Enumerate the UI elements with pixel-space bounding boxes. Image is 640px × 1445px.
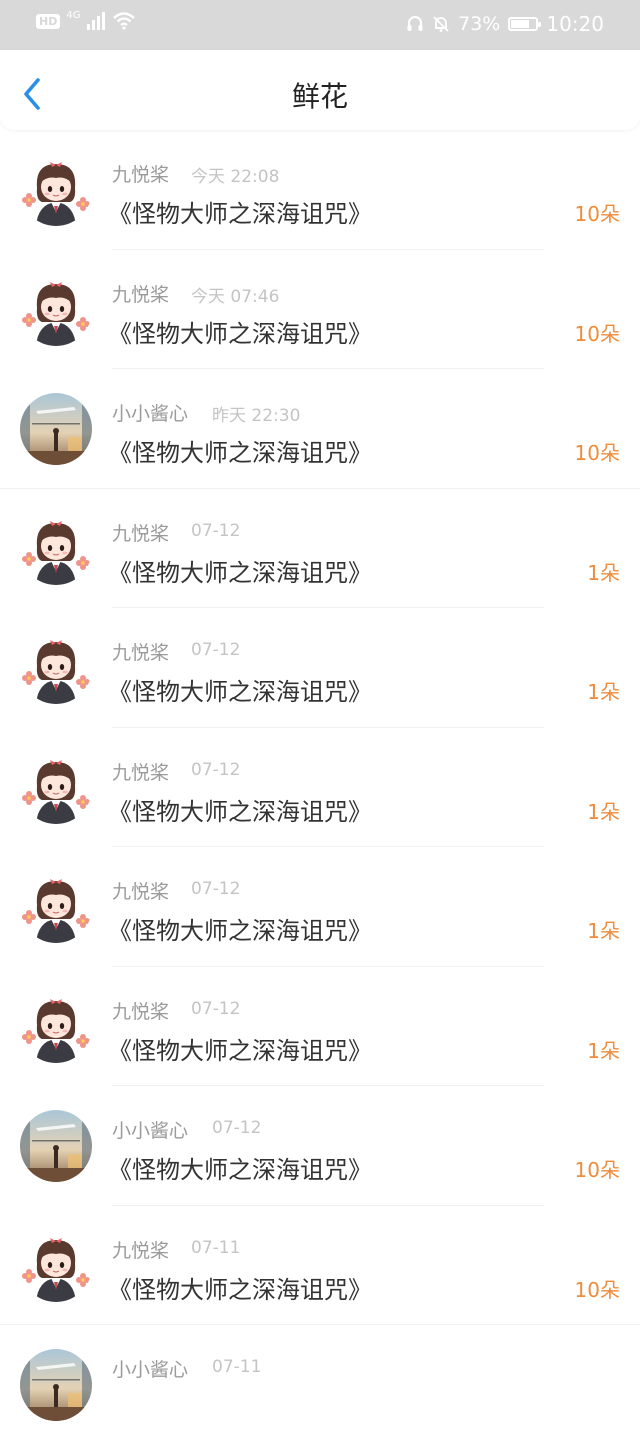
- avatar[interactable]: [20, 512, 92, 585]
- avatar[interactable]: [20, 871, 92, 943]
- battery-percent: 73%: [458, 13, 501, 35]
- flower-count: 10朵: [574, 441, 620, 465]
- avatar[interactable]: [20, 1349, 92, 1421]
- flower-count: 1朵: [587, 680, 620, 704]
- list-item[interactable]: 九悦桨 07-12 《怪物大师之深海诅咒》 1朵: [0, 608, 640, 728]
- sent-time: 07-12: [191, 879, 241, 899]
- book-title: 《怪物大师之深海诅咒》: [108, 1275, 372, 1304]
- list-item[interactable]: 九悦桨 07-12 《怪物大师之深海诅咒》 1朵: [0, 847, 640, 967]
- status-bar: HD 4G 73% 10:20: [0, 0, 640, 50]
- sender-name: 九悦桨: [112, 1000, 170, 1023]
- book-title: 《怪物大师之深海诅咒》: [108, 200, 372, 228]
- sent-time: 07-12: [212, 1118, 262, 1138]
- status-left: HD 4G: [36, 9, 136, 30]
- book-title: 《怪物大师之深海诅咒》: [108, 678, 372, 706]
- list-item[interactable]: 九悦桨 07-12 《怪物大师之深海诅咒》 1朵: [0, 728, 640, 847]
- battery-icon: [508, 17, 542, 31]
- book-title: 《怪物大师之深海诅咒》: [108, 1156, 372, 1184]
- list-item[interactable]: 小小酱心 07-11: [0, 1325, 640, 1445]
- flower-count: 10朵: [574, 321, 620, 346]
- sender-name: 小小酱心: [112, 1359, 189, 1381]
- avatar[interactable]: [20, 273, 92, 346]
- flower-count: 10朵: [574, 1158, 620, 1182]
- flower-count: 1朵: [587, 799, 620, 824]
- avatar[interactable]: [20, 751, 92, 824]
- avatar[interactable]: [20, 1110, 92, 1182]
- book-title: 《怪物大师之深海诅咒》: [108, 797, 372, 826]
- sender-name: 小小酱心: [112, 1120, 189, 1142]
- book-title: 《怪物大师之深海诅咒》: [108, 917, 372, 945]
- signal-icon: [87, 12, 106, 30]
- sent-time: 昨天 22:30: [212, 406, 301, 426]
- wifi-icon: [113, 12, 136, 30]
- avatar[interactable]: [20, 632, 92, 704]
- sent-time: 今天 22:08: [191, 167, 280, 187]
- list-item[interactable]: 小小酱心 昨天 22:30 《怪物大师之深海诅咒》 10朵: [0, 369, 640, 489]
- list-item[interactable]: 小小酱心 07-12 《怪物大师之深海诅咒》 10朵: [0, 1086, 640, 1206]
- list-item[interactable]: 九悦桨 07-12 《怪物大师之深海诅咒》 1朵: [0, 489, 640, 608]
- status-right: 73% 10:20: [406, 12, 604, 36]
- sent-time: 07-12: [191, 998, 241, 1019]
- sent-time: 07-11: [212, 1357, 262, 1377]
- flower-count: 1朵: [587, 919, 620, 943]
- book-title: 《怪物大师之深海诅咒》: [108, 319, 372, 348]
- sender-name: 九悦桨: [112, 164, 170, 186]
- flower-count: 10朵: [574, 202, 620, 226]
- headphones-icon: [407, 16, 423, 31]
- sender-name: 九悦桨: [112, 642, 170, 664]
- list-item[interactable]: 九悦桨 07-12 《怪物大师之深海诅咒》 1朵: [0, 967, 640, 1086]
- sent-time: 今天 07:46: [191, 286, 280, 307]
- avatar[interactable]: [20, 393, 92, 465]
- avatar[interactable]: [20, 990, 92, 1063]
- sender-name: 九悦桨: [112, 761, 170, 784]
- hd-badge: HD: [36, 13, 61, 29]
- flower-gift-list: 九悦桨 今天 22:08 《怪物大师之深海诅咒》 10朵 九悦桨 今天 07:46 《怪物…: [0, 130, 640, 1445]
- sender-name: 九悦桨: [112, 283, 170, 306]
- sender-name: 小小酱心: [112, 403, 189, 425]
- sender-name: 九悦桨: [112, 1239, 170, 1262]
- avatar[interactable]: [20, 154, 92, 226]
- nav-bar: 鲜花: [0, 50, 640, 130]
- avatar[interactable]: [20, 1229, 92, 1302]
- book-title: 《怪物大师之深海诅咒》: [108, 1036, 372, 1065]
- sent-time: 07-12: [191, 640, 241, 660]
- clock-time: 10:20: [546, 12, 604, 36]
- list-item[interactable]: 九悦桨 07-11 《怪物大师之深海诅咒》 10朵: [0, 1206, 640, 1325]
- sender-name: 九悦桨: [112, 881, 170, 903]
- sender-name: 九悦桨: [112, 522, 170, 545]
- book-title: 《怪物大师之深海诅咒》: [108, 439, 372, 467]
- battery-level: [511, 20, 530, 28]
- sent-time: 07-11: [191, 1237, 241, 1258]
- sent-time: 07-12: [191, 759, 241, 780]
- mute-bell-icon: [433, 16, 449, 32]
- list-item[interactable]: 九悦桨 今天 07:46 《怪物大师之深海诅咒》 10朵: [0, 250, 640, 369]
- network-type: 4G: [66, 9, 81, 21]
- book-title: 《怪物大师之深海诅咒》: [108, 558, 372, 587]
- flower-count: 10朵: [574, 1277, 620, 1302]
- sent-time: 07-12: [191, 520, 241, 541]
- flower-count: 1朵: [587, 560, 620, 585]
- list-item[interactable]: 九悦桨 今天 22:08 《怪物大师之深海诅咒》 10朵: [0, 130, 640, 250]
- flower-count: 1朵: [587, 1038, 620, 1063]
